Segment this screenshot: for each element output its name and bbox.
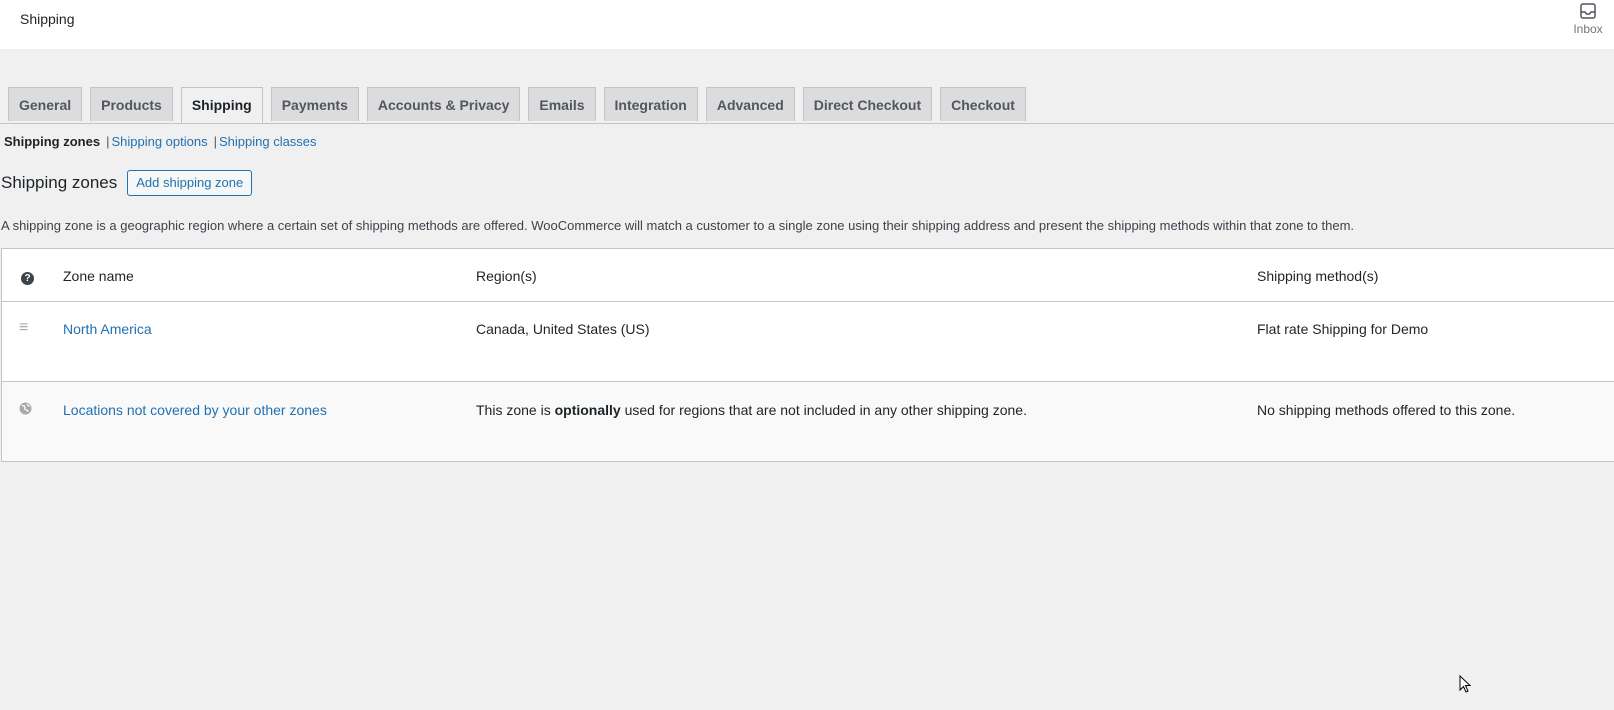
inbox-icon	[1580, 3, 1596, 19]
tab-advanced[interactable]: Advanced	[705, 87, 795, 121]
column-header-zone-name: Zone name	[63, 268, 134, 284]
inbox-button[interactable]: Inbox	[1568, 2, 1608, 36]
tab-emails[interactable]: Emails	[528, 87, 596, 121]
zone-regions: Canada, United States (US)	[476, 321, 650, 337]
globe-icon	[19, 402, 32, 418]
zone-methods: Flat rate Shipping for Demo	[1257, 321, 1429, 337]
section-links: Shipping zones | Shipping options | Shipping…	[4, 134, 317, 149]
zones-heading: Shipping zones	[1, 173, 118, 192]
table-header-row: ? Zone name Region(s) Shipping method(s)	[2, 249, 1614, 302]
tab-shipping[interactable]: Shipping	[180, 87, 263, 123]
tab-integration[interactable]: Integration	[603, 87, 698, 121]
zones-description: A shipping zone is a geographic region w…	[1, 218, 1355, 233]
region-text-prefix: This zone is	[476, 402, 555, 418]
tab-payments[interactable]: Payments	[270, 87, 359, 121]
column-header-regions: Region(s)	[476, 268, 537, 284]
settings-tabs: General Products Shipping Payments Accou…	[8, 87, 1034, 123]
region-text-suffix: used for regions that are not included i…	[620, 402, 1027, 418]
drag-handle-icon[interactable]: ≡	[19, 320, 28, 336]
tab-checkout[interactable]: Checkout	[940, 87, 1026, 121]
tab-accounts-privacy[interactable]: Accounts & Privacy	[366, 87, 521, 121]
section-link-shipping-options[interactable]: Shipping options	[111, 134, 207, 149]
tab-products[interactable]: Products	[90, 87, 173, 121]
section-link-shipping-zones[interactable]: Shipping zones	[4, 134, 100, 149]
table-row: ≡ North America Canada, United States (U…	[2, 302, 1614, 382]
zones-heading-row: Shipping zones Add shipping zone	[1, 170, 253, 196]
table-row-rest-of-world: Locations not covered by your other zone…	[2, 382, 1614, 461]
tab-direct-checkout[interactable]: Direct Checkout	[802, 87, 933, 121]
rest-of-world-methods: No shipping methods offered to this zone…	[1257, 402, 1516, 418]
tabs-divider	[0, 123, 1614, 124]
inbox-label: Inbox	[1573, 22, 1603, 36]
mouse-cursor-icon	[1459, 675, 1472, 693]
rest-of-world-regions: This zone is optionally used for regions…	[476, 402, 1027, 418]
column-header-methods: Shipping method(s)	[1257, 268, 1379, 284]
add-shipping-zone-button[interactable]: Add shipping zone	[127, 170, 253, 196]
rest-of-world-link[interactable]: Locations not covered by your other zone…	[63, 402, 327, 418]
top-header-bar: Shipping Inbox	[0, 0, 1614, 49]
shipping-zones-table: ? Zone name Region(s) Shipping method(s)…	[1, 248, 1614, 462]
section-separator: |	[213, 134, 217, 149]
help-icon[interactable]: ?	[19, 268, 34, 285]
tab-general[interactable]: General	[8, 87, 83, 121]
page-title: Shipping	[20, 11, 75, 27]
section-separator: |	[106, 134, 110, 149]
region-text-emphasis: optionally	[554, 402, 621, 418]
zone-name-link[interactable]: North America	[63, 321, 152, 337]
section-link-shipping-classes[interactable]: Shipping classes	[219, 134, 317, 149]
